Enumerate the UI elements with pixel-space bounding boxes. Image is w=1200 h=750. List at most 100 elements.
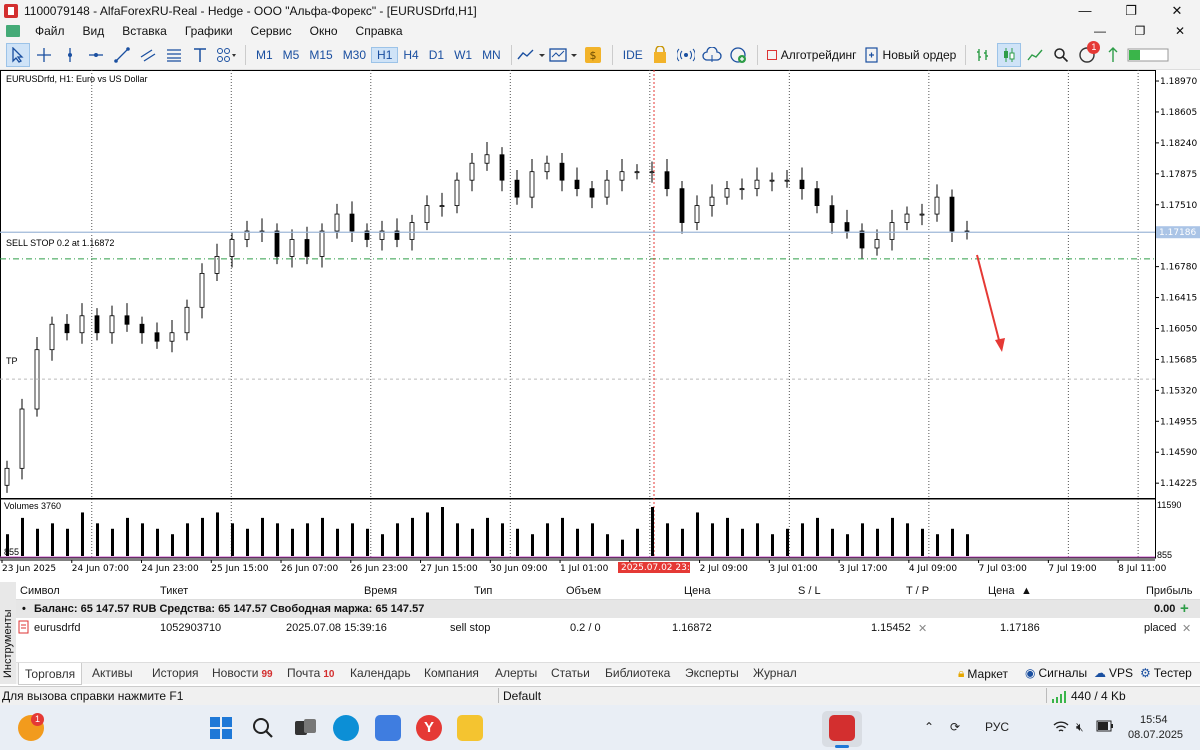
tab-assets[interactable]: Активы — [92, 666, 133, 680]
metatrader-app-icon[interactable] — [829, 715, 855, 741]
col-sl[interactable]: S / L — [798, 585, 821, 597]
tray-overflow-icon[interactable]: ⌃ — [924, 720, 934, 734]
tab-library[interactable]: Библиотека — [605, 666, 670, 680]
menu-charts[interactable]: Графики — [176, 22, 242, 40]
timeframe-m5[interactable]: M5 — [278, 48, 305, 62]
tray-sync-icon[interactable]: ⟳ — [950, 720, 960, 734]
broadcast-icon[interactable] — [674, 43, 698, 67]
templates-icon[interactable] — [549, 43, 579, 67]
wifi-icon[interactable] — [1053, 720, 1069, 737]
balance-row[interactable]: • Баланс: 65 147.57 RUB Средства: 65 147… — [16, 600, 1200, 618]
weather-badge: 1 — [31, 713, 44, 726]
connection-icon[interactable] — [1101, 43, 1125, 67]
tray-time[interactable]: 15:54 — [1140, 714, 1168, 726]
col-time[interactable]: Время — [364, 585, 397, 597]
col-volume[interactable]: Объем — [566, 585, 601, 597]
col-current-price[interactable]: Цена — [988, 585, 1014, 597]
taskbar-search-icon[interactable] — [250, 715, 276, 741]
close-button[interactable]: ✕ — [1154, 0, 1200, 22]
col-symbol[interactable]: Символ — [20, 585, 60, 597]
menu-help[interactable]: Справка — [347, 22, 412, 40]
volume-muted-icon[interactable]: 🔇︎ — [1076, 720, 1084, 735]
status-profile[interactable]: Default — [503, 689, 541, 703]
timeframe-h4[interactable]: H4 — [398, 48, 423, 62]
minimize-button[interactable]: — — [1062, 0, 1108, 22]
edge-browser-icon[interactable] — [333, 715, 359, 741]
search-icon[interactable] — [1049, 43, 1073, 67]
bar-chart-icon[interactable] — [971, 43, 995, 67]
line-chart-icon[interactable] — [1023, 43, 1047, 67]
tab-alerts[interactable]: Алерты — [495, 666, 537, 680]
yandex-browser-icon[interactable]: Y — [416, 715, 442, 741]
col-profit[interactable]: Прибыль — [1146, 585, 1193, 597]
menu-view[interactable]: Вид — [74, 22, 114, 40]
tab-history[interactable]: История — [152, 666, 199, 680]
crosshair-icon[interactable] — [32, 43, 56, 67]
tab-mail[interactable]: Почта 10 — [287, 666, 334, 680]
tab-journal[interactable]: Журнал — [753, 666, 797, 680]
cursor-icon[interactable] — [6, 42, 30, 67]
timeframe-m1[interactable]: M1 — [251, 48, 278, 62]
remove-tp-icon[interactable]: ✕ — [918, 622, 927, 635]
chart-window[interactable]: 1.18970 1.18605 1.18240 1.17875 1.17510 1.167… — [0, 70, 1200, 576]
shapes-icon[interactable] — [214, 43, 238, 67]
menu-file[interactable]: Файл — [26, 22, 74, 40]
candlestick-chart-icon[interactable] — [997, 42, 1022, 67]
community-icon[interactable] — [726, 43, 750, 67]
maximize-button[interactable]: ❐ — [1108, 0, 1154, 22]
timeframe-d1[interactable]: D1 — [424, 48, 449, 62]
channel-icon[interactable] — [136, 43, 160, 67]
col-tp[interactable]: T / P — [906, 585, 929, 597]
col-ticket[interactable]: Тикет — [160, 585, 188, 597]
timeframe-h1[interactable]: H1 — [371, 46, 399, 63]
fibonacci-icon[interactable] — [162, 43, 186, 67]
child-restore-button[interactable]: ❐ — [1120, 24, 1160, 38]
tab-experts[interactable]: Эксперты — [685, 666, 739, 680]
cancel-order-icon[interactable]: ✕ — [1182, 622, 1191, 635]
col-type[interactable]: Тип — [474, 585, 492, 597]
tab-news[interactable]: Новости 99 — [212, 666, 273, 680]
market-bag-icon[interactable] — [648, 43, 672, 67]
task-view-icon[interactable] — [292, 715, 318, 741]
file-explorer-icon[interactable] — [457, 715, 483, 741]
market-button[interactable]: 🔒︎ Маркет — [958, 666, 1008, 681]
order-tp[interactable]: 1.15452 — [871, 622, 911, 634]
text-tool-icon[interactable] — [188, 43, 212, 67]
timeframe-w1[interactable]: W1 — [449, 48, 477, 62]
menu-tools[interactable]: Сервис — [242, 22, 301, 40]
ms-store-icon[interactable] — [375, 715, 401, 741]
algotrading-button[interactable]: Алготрейдинг — [763, 48, 861, 62]
windows-start-icon[interactable] — [208, 715, 234, 741]
vertical-line-icon[interactable] — [58, 43, 82, 67]
col-price[interactable]: Цена — [684, 585, 710, 597]
timeframe-m15[interactable]: M15 — [304, 48, 337, 62]
tray-lang[interactable]: РУС — [985, 720, 1009, 734]
notifications-button[interactable]: 1 — [1075, 40, 1101, 67]
tester-button[interactable]: ⚙ Тестер — [1140, 666, 1192, 680]
tab-calendar[interactable]: Календарь — [350, 666, 411, 680]
menu-window[interactable]: Окно — [301, 22, 347, 40]
battery-icon[interactable] — [1096, 720, 1114, 735]
tab-articles[interactable]: Статьи — [551, 666, 590, 680]
add-plus-icon[interactable]: + — [1180, 600, 1189, 617]
menu-insert[interactable]: Вставка — [113, 22, 176, 40]
trendline-icon[interactable] — [110, 43, 134, 67]
cloud-vps-icon[interactable] — [700, 43, 724, 67]
child-minimize-button[interactable]: — — [1080, 24, 1120, 38]
new-order-button[interactable]: Новый ордер — [861, 46, 961, 63]
signals-button[interactable]: ◉ Сигналы — [1025, 666, 1087, 680]
indicators-icon[interactable] — [517, 43, 547, 67]
toolbox-side-tab[interactable]: Инструменты — [0, 582, 16, 684]
child-close-button[interactable]: ✕ — [1160, 24, 1200, 38]
timeframe-m30[interactable]: M30 — [338, 48, 371, 62]
horizontal-line-icon[interactable] — [84, 43, 108, 67]
ide-button[interactable]: IDE — [618, 48, 648, 62]
tab-trade[interactable]: Торговля — [18, 663, 83, 685]
signals-coin-icon[interactable]: $ — [581, 43, 605, 67]
tray-date[interactable]: 08.07.2025 — [1128, 729, 1183, 741]
tab-company[interactable]: Компания — [424, 666, 479, 680]
timeframe-mn[interactable]: MN — [477, 48, 506, 62]
vps-button[interactable]: ☁ VPS — [1094, 666, 1133, 680]
price-chart[interactable]: 1.18970 1.18605 1.18240 1.17875 1.17510 1.167… — [0, 70, 1200, 576]
table-row[interactable]: eurusdrfd 1052903710 2025.07.08 15:39:16… — [16, 619, 1200, 637]
